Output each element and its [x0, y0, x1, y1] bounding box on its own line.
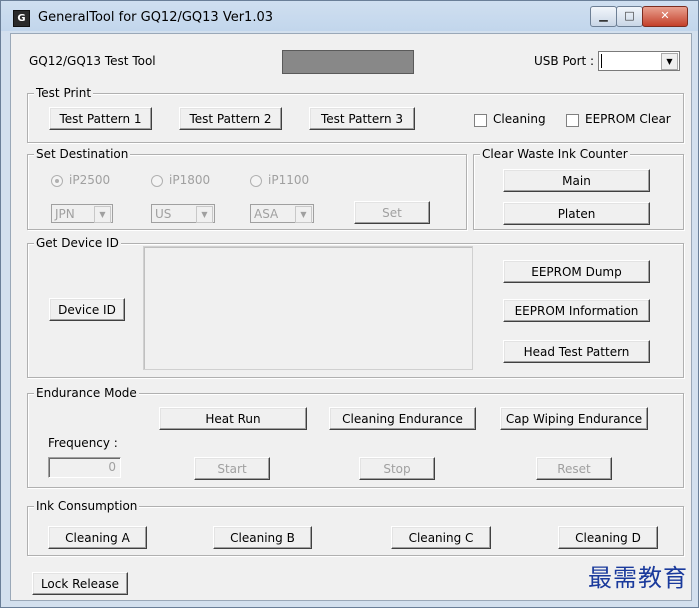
- cleaning-a-button[interactable]: Cleaning A: [48, 526, 147, 549]
- test-pattern-2-button[interactable]: Test Pattern 2: [179, 107, 282, 130]
- maximize-button[interactable]: □: [616, 6, 643, 27]
- eeprom-dump-button[interactable]: EEPROM Dump: [503, 260, 650, 283]
- app-icon[interactable]: G: [13, 10, 30, 27]
- cleaning-checkbox[interactable]: [474, 114, 487, 127]
- client-area: GQ12/GQ13 Test Tool USB Port : ▼ Test Pr…: [10, 33, 692, 601]
- head-test-pattern-button[interactable]: Head Test Pattern: [503, 340, 650, 363]
- clear-waste-title: Clear Waste Ink Counter: [480, 147, 630, 161]
- lock-release-button[interactable]: Lock Release: [32, 572, 128, 595]
- destination-combo-3[interactable]: ASA ▼: [250, 204, 314, 223]
- reset-button[interactable]: Reset: [536, 457, 612, 480]
- device-id-output[interactable]: [143, 246, 473, 370]
- watermark-logo: 最需教育: [588, 564, 688, 592]
- main-button[interactable]: Main: [503, 169, 650, 192]
- radio-ip1100-label: iP1100: [268, 173, 310, 187]
- cap-wiping-endurance-button[interactable]: Cap Wiping Endurance: [500, 407, 648, 430]
- eeprom-clear-checkbox[interactable]: [566, 114, 579, 127]
- destination-combo-1[interactable]: JPN ▼: [51, 204, 113, 223]
- cleaning-b-button[interactable]: Cleaning B: [213, 526, 312, 549]
- radio-ip2500-label: iP2500: [69, 173, 111, 187]
- platen-button[interactable]: Platen: [503, 202, 650, 225]
- eeprom-information-button[interactable]: EEPROM Information: [503, 299, 650, 322]
- chevron-down-icon[interactable]: ▼: [661, 53, 678, 70]
- ink-consumption-title: Ink Consumption: [34, 499, 140, 513]
- tool-label: GQ12/GQ13 Test Tool: [29, 54, 156, 68]
- minimize-button[interactable]: ▁: [590, 6, 617, 27]
- chevron-down-icon[interactable]: ▼: [196, 206, 213, 223]
- app-window: G GeneralTool for GQ12/GQ13 Ver1.03 ▁ □ …: [0, 0, 699, 608]
- device-id-button[interactable]: Device ID: [49, 298, 125, 321]
- status-box: [282, 50, 414, 74]
- stop-button[interactable]: Stop: [359, 457, 435, 480]
- radio-ip1800-label: iP1800: [169, 173, 211, 187]
- cleaning-d-button[interactable]: Cleaning D: [558, 526, 658, 549]
- title-bar[interactable]: G GeneralTool for GQ12/GQ13 Ver1.03 ▁ □ …: [1, 1, 698, 33]
- frequency-label: Frequency :: [48, 436, 118, 450]
- cleaning-c-button[interactable]: Cleaning C: [391, 526, 491, 549]
- radio-ip2500[interactable]: [51, 175, 63, 187]
- chevron-down-icon[interactable]: ▼: [295, 206, 312, 223]
- frequency-field[interactable]: 0: [48, 457, 121, 478]
- heat-run-button[interactable]: Heat Run: [159, 407, 307, 430]
- test-pattern-1-button[interactable]: Test Pattern 1: [49, 107, 152, 130]
- endurance-mode-title: Endurance Mode: [34, 386, 139, 400]
- set-button[interactable]: Set: [354, 201, 430, 224]
- test-pattern-3-button[interactable]: Test Pattern 3: [309, 107, 415, 130]
- radio-ip1800[interactable]: [151, 175, 163, 187]
- device-id-title: Get Device ID: [34, 236, 121, 250]
- chevron-down-icon[interactable]: ▼: [94, 206, 111, 223]
- set-destination-title: Set Destination: [34, 147, 131, 161]
- usb-port-label: USB Port :: [534, 54, 595, 68]
- usb-port-select[interactable]: ▼: [598, 51, 680, 71]
- cleaning-label: Cleaning: [493, 112, 546, 126]
- close-button[interactable]: ✕: [642, 6, 688, 27]
- start-button[interactable]: Start: [194, 457, 270, 480]
- test-print-title: Test Print: [34, 86, 94, 100]
- cleaning-endurance-button[interactable]: Cleaning Endurance: [329, 407, 476, 430]
- eeprom-clear-label: EEPROM Clear: [585, 112, 671, 126]
- radio-ip1100[interactable]: [250, 175, 262, 187]
- destination-combo-2[interactable]: US ▼: [151, 204, 215, 223]
- window-title: GeneralTool for GQ12/GQ13 Ver1.03: [38, 10, 274, 25]
